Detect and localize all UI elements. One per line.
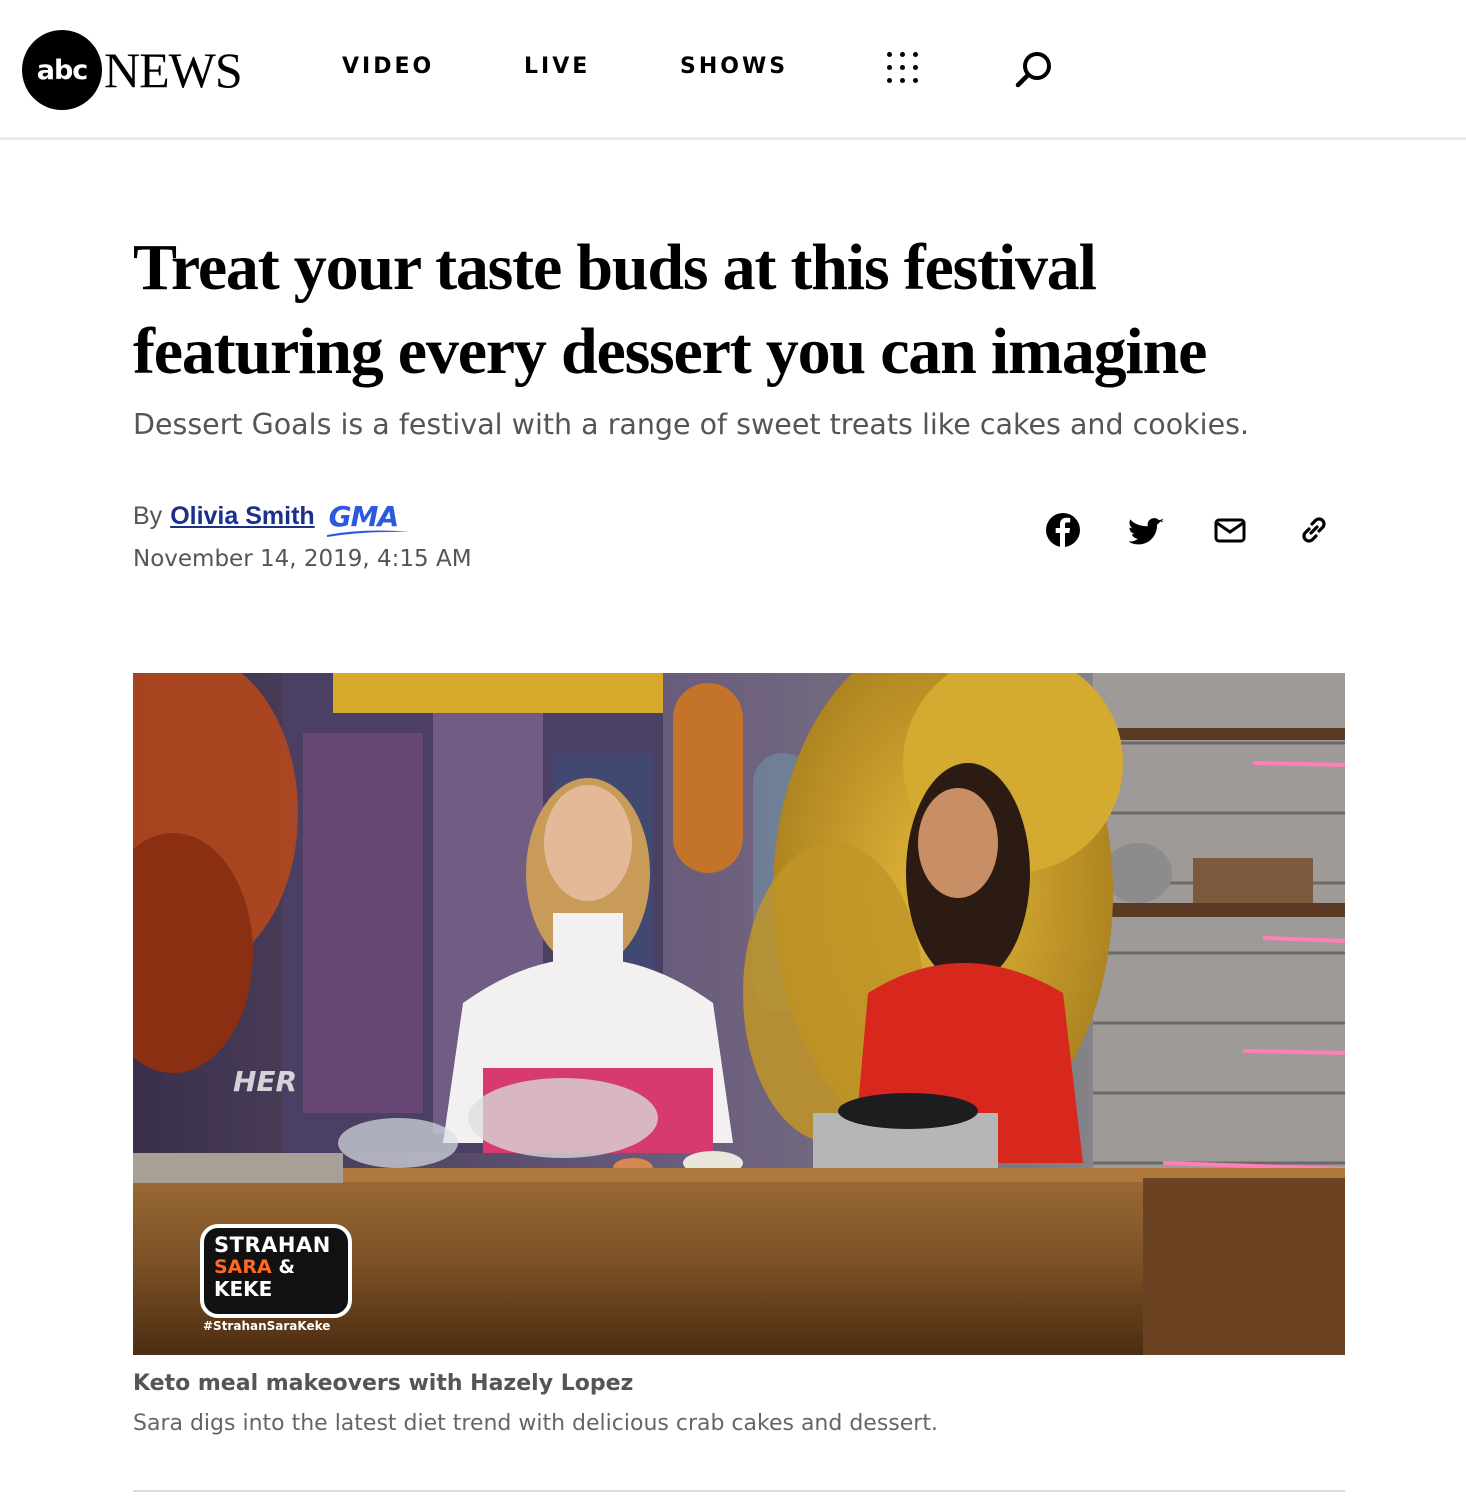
badge-amp: & [278, 1256, 295, 1278]
video-caption-title: Keto meal makeovers with Hazely Lopez [133, 1371, 634, 1396]
show-badge: STRAHAN SARA & KEKE [200, 1224, 352, 1318]
nav-video[interactable]: VIDEO [342, 54, 434, 79]
menu-grid-icon[interactable] [885, 50, 921, 86]
badge-keke: KEKE [214, 1277, 273, 1301]
byline-prefix: By [133, 501, 163, 530]
abc-news-logo[interactable]: abc NEWS [22, 30, 243, 110]
divider [133, 1490, 1345, 1492]
article-subhead: Dessert Goals is a festival with a range… [133, 408, 1250, 441]
byline: By Olivia Smith GMA [133, 498, 409, 537]
search-icon[interactable] [1014, 48, 1056, 90]
author-link[interactable]: Olivia Smith [170, 502, 314, 531]
hero-video-still[interactable]: STRAHAN SARA & KEKE #StrahanSaraKeke HER [133, 673, 1345, 1355]
twitter-icon[interactable] [1129, 512, 1165, 548]
email-icon[interactable] [1212, 512, 1248, 548]
nav-live[interactable]: LIVE [524, 54, 590, 79]
nav-shows[interactable]: SHOWS [680, 54, 788, 79]
news-wordmark: NEWS [104, 42, 243, 98]
facebook-icon[interactable] [1045, 512, 1081, 548]
abc-logo-circle: abc [22, 30, 102, 110]
publish-timestamp: November 14, 2019, 4:15 AM [133, 546, 472, 572]
badge-sara: SARA [214, 1256, 272, 1278]
gma-swoosh-icon [326, 530, 409, 537]
site-header: abc NEWS VIDEO LIVE SHOWS [0, 0, 1466, 140]
gma-logo[interactable]: GMA [326, 500, 409, 537]
hashtag: #StrahanSaraKeke [203, 1319, 331, 1333]
article-headline: Treat your taste buds at this festival f… [133, 231, 1207, 388]
link-icon[interactable] [1296, 512, 1332, 548]
window-signage: HER [233, 1065, 298, 1098]
badge-strahan: STRAHAN [214, 1233, 331, 1257]
video-caption-description: Sara digs into the latest diet trend wit… [133, 1411, 938, 1436]
